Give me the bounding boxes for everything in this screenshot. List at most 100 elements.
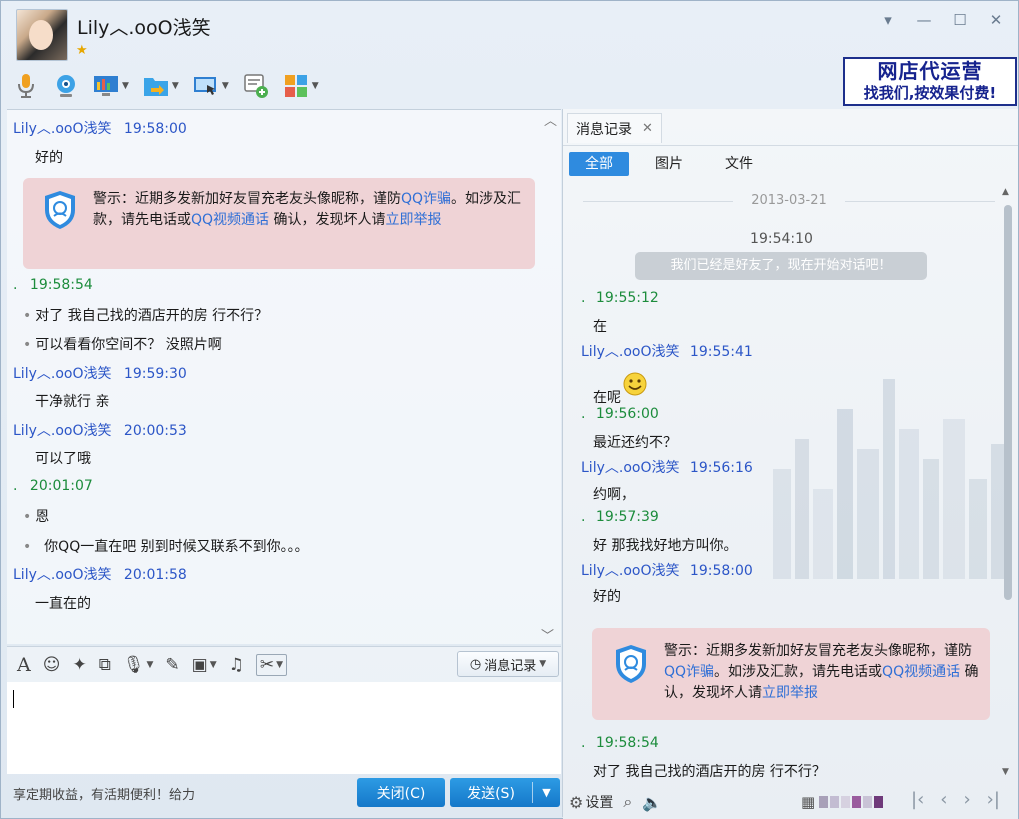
apps-icon xyxy=(283,73,309,99)
sender-name[interactable]: Lily︿.ooO浅笑 xyxy=(13,423,111,439)
message-input[interactable] xyxy=(7,682,561,774)
gear-icon[interactable]: ⚙ xyxy=(569,793,583,812)
filter-images[interactable]: 图片 xyxy=(639,152,699,176)
sender-name[interactable]: . xyxy=(581,509,585,525)
new-chat-button[interactable] xyxy=(243,71,269,101)
avatar[interactable] xyxy=(16,9,68,61)
qq-fraud-link[interactable]: QQ诈骗 xyxy=(664,664,714,680)
font-icon[interactable]: A xyxy=(17,654,31,676)
sender-name[interactable]: Lily︿.ooO浅笑 xyxy=(581,563,679,579)
message-text: 可以了哦 xyxy=(35,451,91,467)
message-time: 19:56:16 xyxy=(689,460,753,476)
filter-all[interactable]: 全部 xyxy=(569,152,629,176)
calendar-strip[interactable]: ▦ xyxy=(801,793,884,811)
video-call-link[interactable]: QQ视频通话 xyxy=(191,212,269,228)
screen-share-button[interactable]: ▼ xyxy=(93,71,129,101)
message-time: 19:57:39 xyxy=(595,509,659,525)
sender-name[interactable]: . xyxy=(581,735,585,751)
chevron-down-icon[interactable]: ▼ xyxy=(122,81,129,91)
ad-title: 网店代运营 xyxy=(877,59,983,83)
send-button-label: 发送(S) xyxy=(467,785,515,802)
message-text: • 可以看看你空间不？ 没照片啊 xyxy=(23,337,222,353)
history-button[interactable]: ◷ 消息记录 ▼ xyxy=(457,651,559,677)
expand-down-icon[interactable]: ﹀ xyxy=(541,625,554,644)
calendar-icon[interactable]: ▦ xyxy=(801,793,815,811)
collapse-up-icon[interactable]: ︿ xyxy=(544,110,557,129)
sender-name[interactable]: . xyxy=(13,277,17,293)
emoji-icon[interactable]: ☺ xyxy=(43,655,61,675)
message-text: • 恩 xyxy=(23,509,50,525)
edit-icon[interactable]: ✎ xyxy=(165,655,179,675)
settings-label[interactable]: 设置 xyxy=(585,792,613,812)
sender-name[interactable]: Lily︿.ooO浅笑 xyxy=(581,460,679,476)
report-link[interactable]: 立即举报 xyxy=(762,685,818,701)
report-link[interactable]: 立即举报 xyxy=(386,212,442,228)
maximize-button[interactable]: ☐ xyxy=(952,11,968,29)
last-page-icon[interactable]: ›| xyxy=(987,789,1000,810)
send-options-icon[interactable]: ▼ xyxy=(533,786,560,799)
system-time: 19:54:10 xyxy=(750,231,813,247)
prev-page-icon[interactable]: ‹ xyxy=(940,789,947,810)
search-icon[interactable]: ⌕ xyxy=(623,792,632,812)
chevron-down-icon[interactable]: ▼ xyxy=(312,81,319,91)
message-text: 好的 xyxy=(35,150,63,166)
promo-text[interactable]: 享定期收益，有活期便利！给力 xyxy=(13,784,195,803)
scroll-down-icon[interactable]: ▼ xyxy=(1002,767,1009,777)
message-header: . 19:56:00 xyxy=(581,406,659,422)
speaker-icon[interactable]: 🔈 xyxy=(642,793,662,812)
contact-name: Lily︿.ooO浅笑 xyxy=(77,17,211,39)
menu-dropdown-icon[interactable]: ▾ xyxy=(880,11,896,29)
sender-name[interactable]: Lily︿.ooO浅笑 xyxy=(13,366,111,382)
magic-icon[interactable]: ✦ xyxy=(72,655,86,675)
music-icon[interactable]: ♫ xyxy=(229,655,244,675)
close-icon[interactable]: ✕ xyxy=(642,121,653,136)
first-page-icon[interactable]: |‹ xyxy=(911,789,924,810)
message-time: 20:00:53 xyxy=(123,423,187,439)
message-header: Lily︿.ooO浅笑 19:55:41 xyxy=(581,341,753,361)
sender-name[interactable]: . xyxy=(13,478,17,494)
remote-assist-button[interactable]: ▼ xyxy=(193,71,229,101)
sender-name[interactable]: . xyxy=(581,406,585,422)
chevron-down-icon[interactable]: ▼ xyxy=(222,81,229,91)
next-page-icon[interactable]: › xyxy=(963,789,970,810)
filter-files[interactable]: 文件 xyxy=(709,152,769,176)
chat-window: Lily︿.ooO浅笑 ★ ▾ — ☐ ✕ 网店代运营 找我们,按效果付费! ▼ xyxy=(0,0,1019,819)
send-button[interactable]: 发送(S) ▼ xyxy=(450,778,560,807)
warning-prefix: 警示：近期多发新加好友冒充老友头像昵称，谨防 xyxy=(93,191,401,207)
video-call-link[interactable]: QQ视频通话 xyxy=(882,664,960,680)
message-text: 一直在的 xyxy=(35,596,91,612)
message-text: • 你QQ一直在吧 别到时候又联系不到你。。。 xyxy=(23,539,309,555)
history-scrollbar[interactable]: ▲ ▼ xyxy=(1001,187,1015,779)
tab-history[interactable]: 消息记录 ✕ xyxy=(567,113,662,143)
warning-prefix: 警示：近期多发新加好友冒充老友头像昵称，谨防 xyxy=(664,643,972,659)
voice-icon[interactable]: 🎙 ▼ xyxy=(123,655,154,675)
message-time: 19:55:12 xyxy=(595,290,659,306)
file-transfer-button[interactable]: ▼ xyxy=(143,71,179,101)
message-content: 恩 xyxy=(35,509,50,525)
scissors-icon[interactable]: ✂ ▼ xyxy=(255,653,288,676)
scroll-thumb[interactable] xyxy=(1004,205,1012,600)
apps-button[interactable]: ▼ xyxy=(283,71,319,101)
minimize-button[interactable]: — xyxy=(916,11,932,29)
voice-call-button[interactable] xyxy=(13,71,39,101)
qq-fraud-link[interactable]: QQ诈骗 xyxy=(401,191,451,207)
message-header: . 19:58:54 xyxy=(13,277,93,293)
chevron-down-icon[interactable]: ▼ xyxy=(172,81,179,91)
shield-icon xyxy=(45,191,75,229)
sender-name[interactable]: Lily︿.ooO浅笑 xyxy=(13,567,111,583)
sender-name[interactable]: Lily︿.ooO浅笑 xyxy=(581,344,679,360)
ad-banner[interactable]: 网店代运营 找我们,按效果付费! xyxy=(843,57,1017,106)
history-filter-bar: 全部 图片 文件 xyxy=(563,145,1018,181)
close-icon[interactable]: ✕ xyxy=(988,11,1004,29)
close-button[interactable]: 关闭(C) xyxy=(357,778,445,807)
sender-name[interactable]: . xyxy=(581,290,585,306)
sender-name[interactable]: Lily︿.ooO浅笑 xyxy=(13,121,111,137)
video-call-button[interactable] xyxy=(53,71,79,101)
message-content: 可以看看你空间不？ 没照片啊 xyxy=(35,337,222,353)
message-header: Lily︿.ooO浅笑 19:58:00 xyxy=(13,118,187,138)
screenshot-icon[interactable]: ⧉ xyxy=(99,655,111,675)
file-transfer-icon xyxy=(143,73,169,99)
chat-messages[interactable]: ︿ Lily︿.ooO浅笑 19:58:00 好的 警示：近期多发新加好友冒充老… xyxy=(7,109,561,644)
scroll-up-icon[interactable]: ▲ xyxy=(1002,187,1009,197)
image-icon[interactable]: ▣ ▼ xyxy=(192,655,217,675)
